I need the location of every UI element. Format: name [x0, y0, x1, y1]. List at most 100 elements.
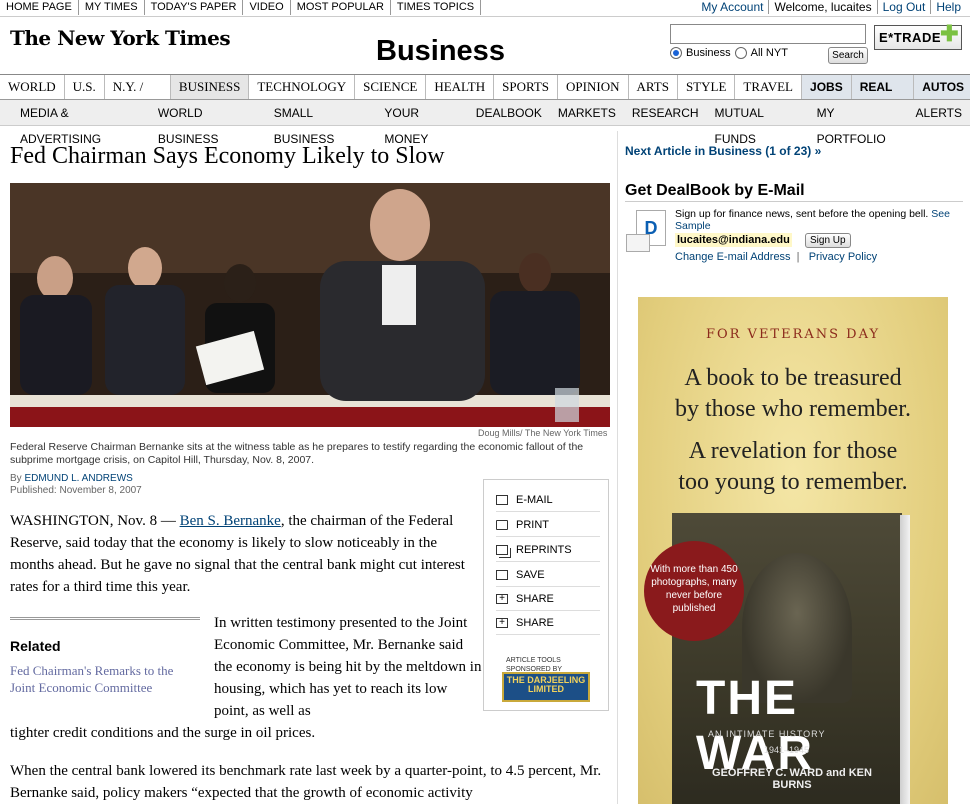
- ad-veterans-day: FOR VETERANS DAY: [705, 327, 881, 342]
- email-field[interactable]: lucaites@indiana.edu: [675, 233, 792, 247]
- nav-opinion[interactable]: OPINION: [558, 75, 629, 99]
- related-title: Related: [10, 638, 61, 654]
- subnav-my-portfolio[interactable]: MY PORTFOLIO: [809, 100, 908, 146]
- printer-icon: [496, 519, 508, 530]
- subnav-research[interactable]: RESEARCH: [624, 100, 707, 125]
- tool-share-label: SHARE: [516, 592, 554, 605]
- paragraph-2-continued: tighter credit conditions and the surge …: [10, 725, 316, 741]
- subnav-markets[interactable]: MARKETS: [550, 100, 624, 125]
- subnav-mutual-funds[interactable]: MUTUAL FUNDS: [707, 100, 809, 146]
- subnav-world-business[interactable]: WORLD BUSINESS: [150, 100, 266, 146]
- nav-real-estate[interactable]: REAL ESTATE: [851, 75, 915, 118]
- radio-business-label: Business: [686, 47, 731, 59]
- subnav-small-business[interactable]: SMALL BUSINESS: [266, 100, 377, 146]
- my-account-link[interactable]: My Account: [696, 0, 768, 14]
- top-nav-most-popular[interactable]: MOST POPULAR: [291, 0, 391, 15]
- radio-all-nyt[interactable]: [734, 47, 747, 59]
- dealbook-divider: [625, 201, 963, 202]
- ad-line-4: too young to remember.: [678, 469, 908, 495]
- publish-date: Published: November 8, 2007: [10, 485, 142, 496]
- top-nav-links: HOME PAGE MY TIMES TODAY'S PAPER VIDEO M…: [0, 0, 482, 17]
- tool-share[interactable]: + SHARE: [496, 587, 600, 611]
- nav-travel[interactable]: TRAVEL: [735, 75, 803, 99]
- ad-line-2: by those who remember.: [675, 396, 911, 422]
- nav-technology[interactable]: TECHNOLOGY: [249, 75, 356, 99]
- subnav-media[interactable]: MEDIA & ADVERTISING: [12, 100, 150, 146]
- subnav-dealbook[interactable]: DEALBOOK: [468, 100, 550, 125]
- book-authors: GEOFFREY C. WARD and KEN BURNS: [712, 767, 872, 791]
- nav-world[interactable]: WORLD: [0, 75, 65, 99]
- plus-icon: +: [496, 617, 508, 628]
- dealbook-links: Change E-mail Address | Privacy Policy: [675, 251, 877, 263]
- logout-link[interactable]: Log Out: [876, 0, 931, 14]
- envelope-icon: [626, 234, 650, 252]
- paragraph-1: WASHINGTON, Nov. 8 — Ben S. Bernanke, th…: [10, 510, 480, 598]
- tool-share-2-label: SHARE: [516, 616, 554, 629]
- envelope-icon: [496, 494, 508, 505]
- radio-all-label: All NYT: [750, 47, 788, 59]
- business-sub-nav: MEDIA & ADVERTISING WORLD BUSINESS SMALL…: [0, 100, 970, 146]
- bernanke-link[interactable]: Ben S. Bernanke: [180, 513, 281, 529]
- nav-ny-region[interactable]: N.Y. / REGION: [105, 75, 171, 118]
- nav-arts[interactable]: ARTS: [629, 75, 678, 99]
- save-icon: [496, 569, 508, 580]
- nyt-logo[interactable]: The New York Times: [10, 26, 231, 50]
- tool-email[interactable]: E-MAIL: [496, 488, 600, 512]
- etrade-ad[interactable]: E*TRADE ✚: [874, 22, 962, 50]
- dealbook-description: Sign up for finance news, sent before th…: [675, 208, 965, 232]
- subnav-alerts[interactable]: ALERTS: [908, 100, 970, 125]
- book-advertisement[interactable]: FOR VETERANS DAY A book to be treasured …: [638, 297, 948, 804]
- next-article-link[interactable]: Next Article in Business (1 of 23) »: [625, 144, 821, 158]
- byline-by: By: [10, 473, 25, 484]
- tool-print[interactable]: PRINT: [496, 513, 600, 537]
- ad-line-1: A book to be treasured: [684, 365, 902, 391]
- subnav-your-money[interactable]: YOUR MONEY: [376, 100, 467, 146]
- nav-sports[interactable]: SPORTS: [494, 75, 559, 99]
- book-pages: [900, 515, 910, 804]
- plus-icon: +: [496, 593, 508, 604]
- darjeeling-ad[interactable]: THE DARJEELING LIMITED: [502, 672, 590, 702]
- top-nav-todays-paper[interactable]: TODAY'S PAPER: [145, 0, 244, 15]
- p1-dateline: WASHINGTON, Nov. 8 —: [10, 513, 180, 529]
- article-tools: E-MAIL PRINT REPRINTS SAVE + SHARE + SHARE…: [483, 479, 609, 711]
- top-nav-times-topics[interactable]: TIMES TOPICS: [391, 0, 482, 15]
- dealbook-title: Get DealBook by E-Mail: [625, 182, 805, 199]
- nav-style[interactable]: STYLE: [678, 75, 736, 99]
- nav-jobs[interactable]: JOBS: [802, 75, 852, 99]
- nav-business[interactable]: BUSINESS: [170, 75, 250, 99]
- privacy-policy-link[interactable]: Privacy Policy: [809, 251, 877, 263]
- dealbook-text: Sign up for finance news, sent before th…: [675, 208, 929, 220]
- nav-autos[interactable]: AUTOS: [914, 75, 970, 99]
- author-link[interactable]: EDMUND L. ANDREWS: [24, 473, 132, 484]
- top-utility-nav: HOME PAGE MY TIMES TODAY'S PAPER VIDEO M…: [0, 0, 970, 17]
- search-button[interactable]: Search: [828, 47, 868, 64]
- section-title: Business: [376, 35, 505, 67]
- nav-health[interactable]: HEALTH: [426, 75, 495, 99]
- photo-caption: Federal Reserve Chairman Bernanke sits a…: [10, 441, 584, 466]
- tool-save[interactable]: SAVE: [496, 563, 600, 587]
- nav-science[interactable]: SCIENCE: [355, 75, 427, 99]
- hearing-photo-illustration: [10, 183, 610, 427]
- etrade-label: E*TRADE: [879, 30, 942, 45]
- tool-save-label: SAVE: [516, 568, 545, 581]
- change-email-link[interactable]: Change E-mail Address: [675, 251, 791, 263]
- help-link[interactable]: Help: [930, 0, 966, 14]
- top-nav-home[interactable]: HOME PAGE: [0, 0, 79, 15]
- search-input[interactable]: [670, 24, 866, 44]
- nav-us[interactable]: U.S.: [65, 75, 105, 99]
- tool-reprints[interactable]: REPRINTS: [496, 538, 600, 562]
- book-subtitle: AN INTIMATE HISTORY: [708, 729, 826, 739]
- signup-button[interactable]: Sign Up: [805, 233, 851, 248]
- radio-business[interactable]: [670, 47, 682, 59]
- top-nav-video[interactable]: VIDEO: [243, 0, 291, 15]
- tool-share-2[interactable]: + SHARE: [496, 611, 600, 635]
- account-links: My Account Welcome, lucaites Log Out Hel…: [696, 0, 966, 14]
- byline: By EDMUND L. ANDREWS Published: November…: [10, 473, 142, 497]
- link-separator: |: [793, 251, 806, 263]
- tool-reprints-label: REPRINTS: [516, 543, 572, 556]
- book-years: 1941–1945: [764, 745, 810, 755]
- top-nav-my-times[interactable]: MY TIMES: [79, 0, 145, 15]
- book-title: THE WAR: [696, 672, 814, 780]
- welcome-text: Welcome, lucaites: [768, 0, 876, 14]
- related-link[interactable]: Fed Chairman's Remarks to the Joint Econ…: [10, 662, 200, 696]
